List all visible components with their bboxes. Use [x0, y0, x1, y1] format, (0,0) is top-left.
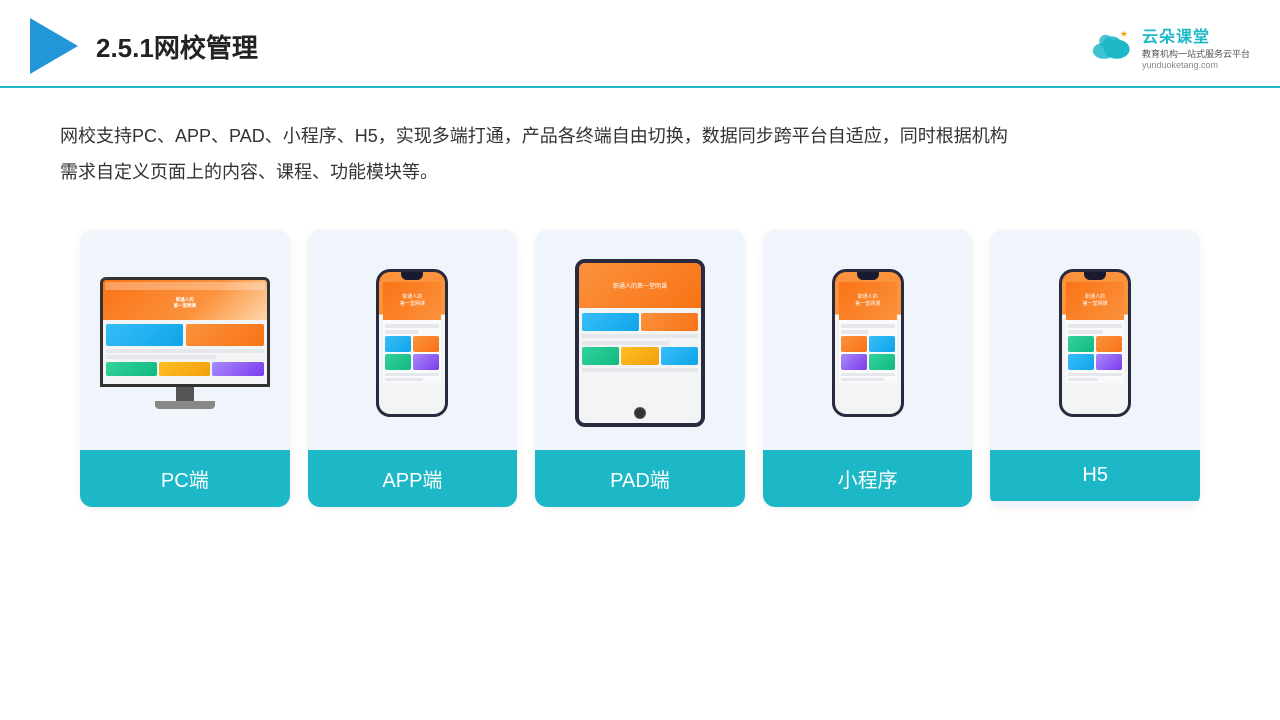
page-header: 2.5.1网校管理 云朵课堂 教育机构一站式服务云平台 yunduoketang… — [0, 0, 1280, 88]
tablet-home-button — [634, 407, 646, 419]
card-pad: 职通人的第一堂网课 — [535, 230, 745, 507]
brand-url: yunduoketang.com — [1142, 60, 1218, 70]
card-pc-label: PC端 — [80, 450, 290, 507]
tablet-screen: 职通人的第一堂网课 — [579, 263, 701, 423]
card-h5-label: H5 — [990, 450, 1200, 501]
phone-miniapp-icon: 职通人的第一堂网课 — [832, 269, 904, 417]
card-app-label: APP端 — [308, 450, 518, 507]
card-miniapp-label: 小程序 — [763, 450, 973, 507]
phone-h5-screen: 职通人的第一堂网课 — [1062, 272, 1128, 414]
monitor-frame: 职通人的第一堂网课 — [100, 277, 270, 387]
card-app: 职通人的第一堂网课 — [308, 230, 518, 507]
page-title: 2.5.1网校管理 — [96, 28, 258, 65]
card-miniapp-image: 职通人的第一堂网课 — [763, 230, 973, 450]
phone-screen: 职通人的第一堂网课 — [379, 272, 445, 414]
phone-app-icon: 职通人的第一堂网课 — [376, 269, 448, 417]
description-line2: 需求自定义页面上的内容、课程、功能模块等。 — [60, 162, 438, 182]
phone-notch-h5 — [1084, 272, 1106, 280]
cards-section: 职通人的第一堂网课 — [60, 230, 1220, 507]
pc-monitor-icon: 职通人的第一堂网课 — [100, 277, 270, 409]
card-h5: 职通人的第一堂网课 — [990, 230, 1200, 507]
brand-logo: 云朵课堂 教育机构一站式服务云平台 yunduoketang.com — [1088, 23, 1250, 70]
card-pc: 职通人的第一堂网课 — [80, 230, 290, 507]
header-left: 2.5.1网校管理 — [30, 18, 258, 74]
card-pc-image: 职通人的第一堂网课 — [80, 230, 290, 450]
brand-text: 云朵课堂 教育机构一站式服务云平台 yunduoketang.com — [1142, 23, 1250, 70]
phone-h5-icon: 职通人的第一堂网课 — [1059, 269, 1131, 417]
card-h5-image: 职通人的第一堂网课 — [990, 230, 1200, 450]
description-line1: 网校支持PC、APP、PAD、小程序、H5，实现多端打通，产品各终端自由切换，数… — [60, 126, 1008, 146]
phone-miniapp-screen: 职通人的第一堂网课 — [835, 272, 901, 414]
cloud-icon — [1088, 28, 1136, 64]
card-pad-image: 职通人的第一堂网课 — [535, 230, 745, 450]
logo-triangle-icon — [30, 18, 78, 74]
card-app-image: 职通人的第一堂网课 — [308, 230, 518, 450]
brand-slogan: 教育机构一站式服务云平台 — [1142, 47, 1250, 60]
monitor-screen: 职通人的第一堂网课 — [103, 280, 267, 384]
description-text: 网校支持PC、APP、PAD、小程序、H5，实现多端打通，产品各终端自由切换，数… — [60, 118, 1160, 190]
card-miniapp: 职通人的第一堂网课 — [763, 230, 973, 507]
phone-notch-miniapp — [857, 272, 879, 280]
brand-name: 云朵课堂 — [1142, 23, 1210, 47]
header-right: 云朵课堂 教育机构一站式服务云平台 yunduoketang.com — [1088, 23, 1250, 70]
card-pad-label: PAD端 — [535, 450, 745, 507]
main-content: 网校支持PC、APP、PAD、小程序、H5，实现多端打通，产品各终端自由切换，数… — [0, 88, 1280, 527]
phone-notch — [401, 272, 423, 280]
tablet-icon: 职通人的第一堂网课 — [575, 259, 705, 427]
